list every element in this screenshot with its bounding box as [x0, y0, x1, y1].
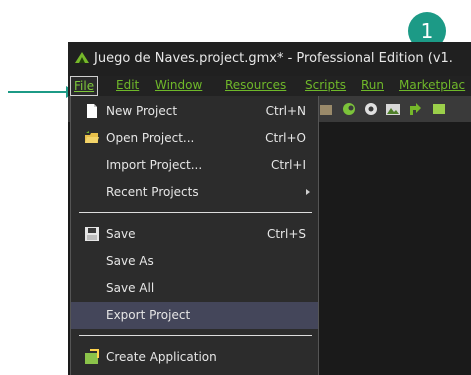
menu-edit[interactable]: Edit: [116, 78, 139, 92]
menu-item-shortcut: Ctrl+S: [266, 227, 306, 241]
settings-icon[interactable]: [363, 101, 379, 117]
menu-item-save[interactable]: Save Ctrl+S: [71, 221, 318, 248]
menu-scripts[interactable]: Scripts: [305, 78, 346, 92]
menu-resources[interactable]: Resources: [225, 78, 286, 92]
gamemaker-logo-icon: [75, 52, 89, 63]
menu-item-label: Recent Projects: [106, 185, 199, 199]
menu-item-import-project[interactable]: Import Project... Ctrl+I: [71, 152, 318, 179]
menu-item-open-project[interactable]: Open Project... Ctrl+O: [71, 125, 318, 152]
window-title: Juego de Naves.project.gmx* - Profession…: [94, 51, 453, 66]
menu-separator: [79, 212, 312, 213]
window-icon[interactable]: [318, 101, 334, 117]
menu-file[interactable]: File: [70, 76, 99, 96]
menu-item-label: Open Project...: [106, 131, 195, 145]
menu-item-save-all[interactable]: Save All: [71, 275, 318, 302]
menu-run[interactable]: Run: [361, 78, 384, 92]
gamepad-icon[interactable]: [341, 101, 357, 117]
module-icon[interactable]: [431, 101, 447, 117]
submenu-arrow-icon: [306, 189, 310, 195]
menu-item-label: Create Application: [106, 350, 217, 364]
menu-bar: File Edit Window Resources Scripts Run M…: [68, 76, 471, 96]
file-menu-dropdown: New Project Ctrl+N Open Project... Ctrl+…: [70, 96, 319, 375]
menu-item-recent-projects[interactable]: Recent Projects: [71, 179, 318, 206]
menu-item-save-as[interactable]: Save As: [71, 248, 318, 275]
screenshot: Juego de Naves.project.gmx* - Profession…: [68, 42, 471, 375]
menu-item-label: Save As: [106, 254, 154, 268]
menu-item-shortcut: Ctrl+O: [265, 131, 306, 145]
create-application-icon: [85, 349, 99, 364]
menu-item-shortcut: Ctrl+I: [271, 158, 306, 172]
open-folder-icon: [85, 131, 99, 143]
menu-item-export-project[interactable]: Export Project: [71, 302, 318, 329]
step-number: 1: [420, 19, 434, 43]
menu-item-shortcut: Ctrl+N: [265, 104, 306, 118]
menu-item-label: New Project: [106, 104, 178, 118]
new-file-icon: [87, 104, 97, 118]
menu-item-create-application[interactable]: Create Application: [71, 344, 318, 371]
pointer-arrow-file: [8, 91, 72, 93]
floppy-disk-icon: [85, 227, 99, 241]
menu-marketplace[interactable]: Marketplac: [399, 78, 465, 92]
landscape-icon[interactable]: [385, 101, 401, 117]
menu-item-label: Save: [106, 227, 136, 241]
menu-item-label: Import Project...: [106, 158, 203, 172]
menu-item-label: Export Project: [106, 308, 191, 322]
menu-item-label: Save All: [106, 281, 155, 295]
menu-item-new-project[interactable]: New Project Ctrl+N: [71, 98, 318, 125]
menu-window[interactable]: Window: [155, 78, 202, 92]
menu-separator: [79, 335, 312, 336]
export-arrow-icon[interactable]: [407, 101, 423, 117]
title-bar: Juego de Naves.project.gmx* - Profession…: [68, 42, 471, 76]
